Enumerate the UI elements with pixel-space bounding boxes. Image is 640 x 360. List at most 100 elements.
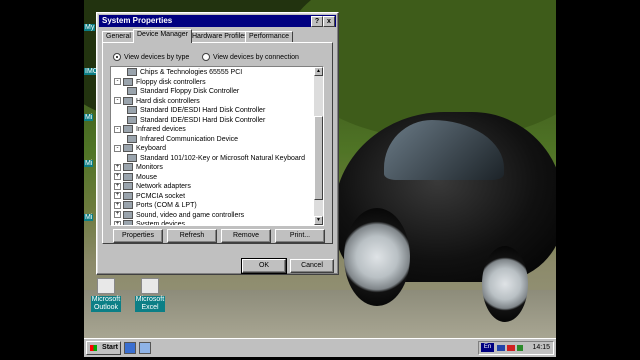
volume-icon[interactable] bbox=[497, 345, 505, 351]
desktop-icon-label: Microsoft Excel bbox=[134, 296, 166, 312]
device-category-row[interactable]: + Network adapters bbox=[114, 182, 191, 191]
network-icon[interactable] bbox=[507, 345, 515, 351]
wallpaper-car-front-wheel bbox=[344, 208, 410, 306]
close-button[interactable]: x bbox=[323, 16, 335, 27]
internet-explorer-icon[interactable] bbox=[124, 342, 136, 354]
device-label: Infrared devices bbox=[136, 126, 186, 133]
tab-performance[interactable]: Performance bbox=[245, 31, 294, 42]
device-icon bbox=[123, 144, 133, 153]
taskbar: Start En 14:15 bbox=[84, 338, 556, 357]
tree-scrollbar[interactable]: ▲ ▼ bbox=[314, 67, 323, 225]
outlook-label-line1: Microsoft bbox=[91, 296, 121, 303]
device-label: Hard disk controllers bbox=[136, 97, 200, 105]
expand-icon[interactable]: + bbox=[114, 182, 121, 190]
device-label: System devices bbox=[136, 221, 186, 226]
device-category-row[interactable]: + PCMCIA socket bbox=[114, 191, 186, 201]
device-label: Chips & Technologies 65555 PCI bbox=[140, 69, 243, 76]
dialog-title: System Properties bbox=[102, 16, 173, 25]
collapse-icon[interactable]: - bbox=[114, 125, 121, 133]
help-button[interactable]: ? bbox=[311, 16, 323, 27]
device-icon bbox=[127, 68, 137, 77]
device-label: Sound, video and game controllers bbox=[136, 211, 245, 219]
refresh-button[interactable]: Refresh bbox=[167, 229, 217, 243]
start-label: Start bbox=[102, 344, 118, 351]
view-by-type-radio[interactable]: View devices by type bbox=[113, 53, 189, 62]
device-icon bbox=[127, 87, 137, 96]
device-tree[interactable]: Chips & Technologies 65555 PCI - Floppy di… bbox=[110, 66, 324, 226]
device-row[interactable]: Standard 101/102-Key or Microsoft Natura… bbox=[127, 153, 305, 163]
scroll-thumb[interactable] bbox=[314, 116, 323, 200]
cancel-button[interactable]: Cancel bbox=[290, 259, 334, 273]
outlook-icon bbox=[97, 278, 115, 294]
device-category-row[interactable]: + Monitors bbox=[114, 163, 163, 172]
device-icon bbox=[123, 210, 133, 219]
desktop-icon-excel[interactable]: Microsoft Excel bbox=[128, 278, 172, 312]
collapse-icon[interactable]: - bbox=[114, 97, 121, 105]
device-label: Standard IDE/ESDI Hard Disk Controller bbox=[140, 107, 266, 114]
tab-general[interactable]: General bbox=[102, 31, 135, 42]
collapse-icon[interactable]: - bbox=[114, 78, 121, 86]
expand-icon[interactable]: + bbox=[114, 220, 121, 225]
tab-device-manager[interactable]: Device Manager bbox=[133, 29, 192, 43]
print-button[interactable]: Print... bbox=[275, 229, 325, 243]
radio-dot-selected bbox=[113, 53, 121, 62]
tab-hardware-profiles[interactable]: Hardware Profiles bbox=[188, 31, 252, 42]
device-icon bbox=[123, 201, 133, 210]
device-category-row[interactable]: + Sound, video and game controllers bbox=[114, 210, 245, 220]
device-label: Keyboard bbox=[136, 145, 166, 152]
desktop-icon-outlook[interactable]: Microsoft Outlook bbox=[84, 278, 128, 312]
windows-logo-icon bbox=[90, 345, 97, 351]
device-row[interactable]: Standard Floppy Disk Controller bbox=[127, 87, 239, 96]
radio-dot bbox=[202, 53, 210, 62]
expand-icon[interactable]: + bbox=[114, 163, 121, 171]
view-by-connection-label: View devices by connection bbox=[213, 54, 299, 61]
scroll-up-arrow-icon[interactable]: ▲ bbox=[314, 67, 323, 76]
collapse-icon[interactable]: - bbox=[114, 144, 121, 152]
battery-icon[interactable] bbox=[517, 345, 523, 351]
expand-icon[interactable]: + bbox=[114, 173, 121, 181]
start-button[interactable]: Start bbox=[86, 341, 121, 355]
desktop-icon-label-fragment[interactable]: My bbox=[84, 24, 96, 31]
outlook-label-line2: Outlook bbox=[93, 304, 119, 311]
expand-icon[interactable]: + bbox=[114, 192, 121, 200]
device-row[interactable]: Standard IDE/ESDI Hard Disk Controller bbox=[127, 115, 266, 125]
device-icon bbox=[123, 182, 133, 191]
device-category-row[interactable]: - Infrared devices bbox=[114, 125, 186, 134]
remove-button[interactable]: Remove bbox=[221, 229, 271, 243]
dialog-title-bar[interactable]: System Properties ? x bbox=[99, 15, 336, 27]
desktop-icon-label-fragment[interactable]: Mi bbox=[84, 114, 94, 121]
device-category-row[interactable]: - Floppy disk controllers bbox=[114, 77, 206, 87]
device-label: Network adapters bbox=[136, 183, 191, 190]
desktop-icon-label-fragment[interactable]: Mi bbox=[84, 160, 94, 167]
device-category-row[interactable]: + System devices bbox=[114, 220, 186, 226]
device-icon bbox=[123, 77, 133, 86]
device-icon bbox=[123, 163, 133, 172]
scroll-down-arrow-icon[interactable]: ▼ bbox=[314, 216, 323, 225]
device-row[interactable]: Infrared Communication Device bbox=[127, 134, 239, 144]
device-category-row[interactable]: - Keyboard bbox=[114, 144, 166, 153]
device-category-row[interactable]: + Ports (COM & LPT) bbox=[114, 201, 197, 210]
ok-button[interactable]: OK bbox=[241, 258, 287, 274]
device-icon bbox=[123, 172, 133, 181]
device-row[interactable]: Chips & Technologies 65555 PCI bbox=[127, 68, 242, 77]
device-category-row[interactable]: - Hard disk controllers bbox=[114, 96, 200, 106]
quick-launch-icon[interactable] bbox=[139, 342, 151, 354]
excel-label-line1: Microsoft bbox=[135, 296, 165, 303]
language-indicator[interactable]: En bbox=[481, 343, 494, 352]
desktop-icon-label: Microsoft Outlook bbox=[90, 296, 122, 312]
view-by-connection-radio[interactable]: View devices by connection bbox=[202, 53, 299, 62]
desktop-icon-label-fragment[interactable]: Mi bbox=[84, 214, 94, 221]
excel-icon bbox=[141, 278, 159, 294]
properties-button[interactable]: Properties bbox=[113, 229, 163, 243]
device-label: Infrared Communication Device bbox=[140, 135, 239, 143]
expand-icon[interactable]: + bbox=[114, 211, 121, 219]
device-icon bbox=[127, 134, 137, 143]
device-label: Standard IDE/ESDI Hard Disk Controller bbox=[140, 116, 266, 124]
view-by-type-label: View devices by type bbox=[124, 54, 190, 61]
expand-icon[interactable]: + bbox=[114, 201, 121, 209]
device-icon bbox=[127, 115, 137, 124]
device-row[interactable]: Standard IDE/ESDI Hard Disk Controller bbox=[127, 106, 265, 115]
device-category-row[interactable]: + Mouse bbox=[114, 172, 157, 182]
device-label: PCMCIA socket bbox=[136, 192, 186, 200]
clock[interactable]: 14:15 bbox=[532, 342, 550, 354]
